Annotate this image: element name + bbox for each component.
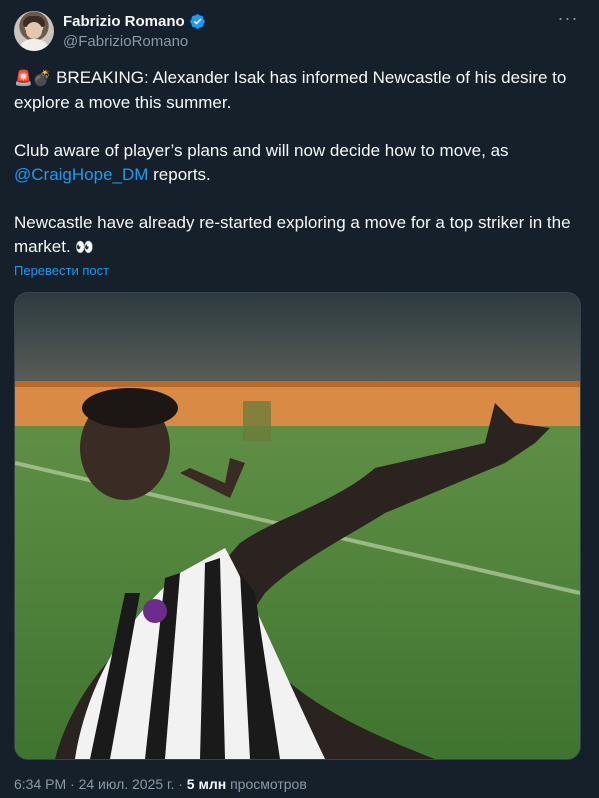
tweet-text: 🚨💣 BREAKING: Alexander Isak has informed… [14,66,580,260]
views-label: просмотров [226,776,307,792]
tweet-paragraph-2: Club aware of player’s plans and will no… [14,141,509,184]
more-options-icon[interactable]: ··· [557,9,579,31]
siren-bomb-emoji: 🚨💣 [14,70,52,87]
tweet-paragraph-1: 🚨💣 BREAKING: Alexander Isak has informed… [14,68,567,112]
avatar[interactable] [14,11,54,51]
translate-post-link[interactable]: Перевести пост [14,263,109,278]
player-celebration-image: LIFE ACTIONS [15,293,580,759]
eyes-emoji: 👀 [75,239,95,256]
mention-link[interactable]: @CraigHope_DM [14,165,148,184]
views-count: 5 млн [186,776,227,792]
tweet-header: Fabrizio Romano @FabrizioRomano ··· [14,9,585,55]
author-handle[interactable]: @FabrizioRomano [63,33,206,50]
tweet-photo[interactable]: LIFE ACTIONS [14,292,581,760]
tweet-date[interactable]: 24 июл. 2025 г. [79,776,175,792]
author-display-name[interactable]: Fabrizio Romano [63,13,185,30]
tweet-paragraph-3: Newcastle have already re-started explor… [14,211,580,260]
tweet-time[interactable]: 6:34 PM [14,776,66,792]
tweet-footer: 6:34 PM · 24 июл. 2025 г. · 5 млн просмо… [14,776,307,792]
author-names: Fabrizio Romano @FabrizioRomano [63,13,206,50]
verified-badge-icon[interactable] [189,13,206,30]
